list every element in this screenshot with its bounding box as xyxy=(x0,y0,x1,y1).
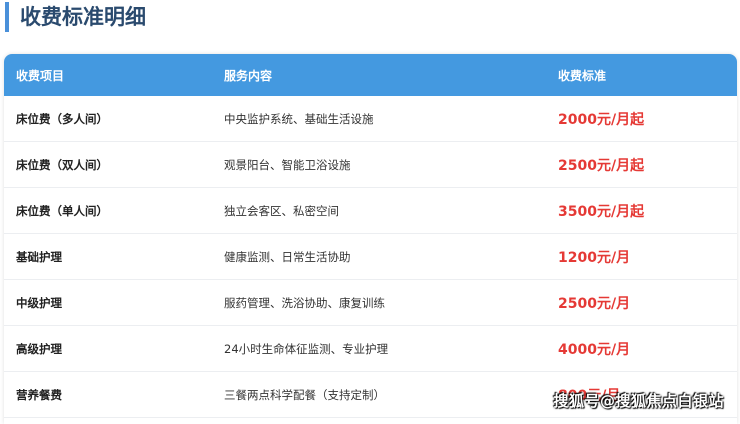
price-cell: 1200元/月 xyxy=(558,249,631,266)
service-cell: 独立会客区、私密空间 xyxy=(224,203,339,218)
service-cell: 中央监护系统、基础生活设施 xyxy=(224,111,374,126)
price-cell: 3500元/月起 xyxy=(558,203,645,220)
header-item: 收费项目 xyxy=(16,68,65,83)
item-cell: 基础护理 xyxy=(16,249,62,264)
watermark: 搜狐号@搜狐焦点白银站 xyxy=(553,392,724,410)
service-cell: 服药管理、洗浴协助、康复训练 xyxy=(224,295,385,310)
price-cell: 2500元/月 xyxy=(558,295,631,312)
table-header: 收费项目 服务内容 收费标准 xyxy=(4,54,737,96)
table-row: 高级护理 24小时生命体征监测、专业护理 4000元/月 xyxy=(4,326,737,372)
table-row: 基础护理 健康监测、日常生活协助 1200元/月 xyxy=(4,234,737,280)
item-cell: 高级护理 xyxy=(16,341,62,356)
header-service: 服务内容 xyxy=(224,68,273,83)
table-row: 中级护理 服药管理、洗浴协助、康复训练 2500元/月 xyxy=(4,280,737,326)
service-cell: 观景阳台、智能卫浴设施 xyxy=(224,157,351,172)
price-cell: 4000元/月 xyxy=(558,341,631,358)
item-cell: 中级护理 xyxy=(16,295,62,310)
item-cell: 营养餐费 xyxy=(16,387,62,402)
item-cell: 床位费（单人间） xyxy=(16,203,108,218)
price-cell: 2500元/月起 xyxy=(558,157,645,174)
service-cell: 三餐两点科学配餐（支持定制） xyxy=(224,387,385,402)
header-price: 收费标准 xyxy=(558,68,607,83)
item-cell: 床位费（多人间） xyxy=(16,111,108,126)
service-cell: 24小时生命体征监测、专业护理 xyxy=(224,341,389,356)
table-row: 床位费（多人间） 中央监护系统、基础生活设施 2000元/月起 xyxy=(4,96,737,142)
fee-table: 收费项目 服务内容 收费标准 床位费（多人间） 中央监护系统、基础生活设施 2000… xyxy=(4,54,737,424)
table-row: 床位费（单人间） 独立会客区、私密空间 3500元/月起 xyxy=(4,188,737,234)
service-cell: 健康监测、日常生活协助 xyxy=(224,249,351,264)
item-cell: 床位费（双人间） xyxy=(16,157,108,172)
table-row: 床位费（双人间） 观景阳台、智能卫浴设施 2500元/月起 xyxy=(4,142,737,188)
price-cell: 2000元/月起 xyxy=(558,111,645,128)
page-title: 收费标准明细 xyxy=(5,2,146,32)
